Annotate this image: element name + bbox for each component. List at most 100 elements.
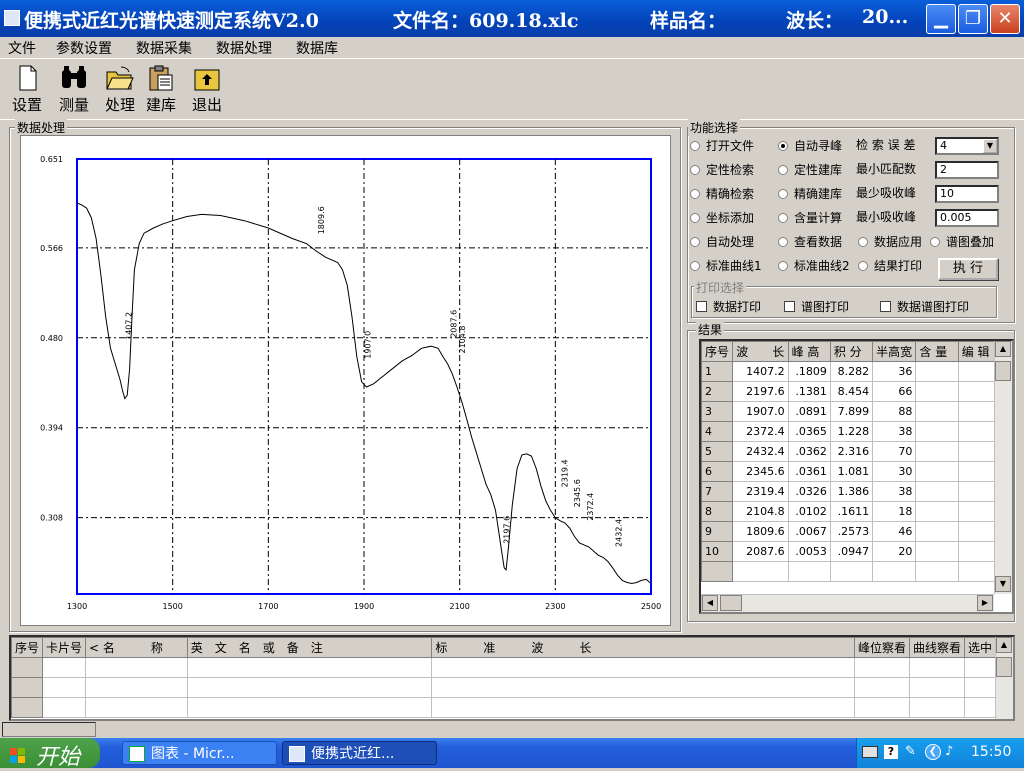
scroll-hthumb[interactable]: [720, 595, 742, 611]
minimize-button[interactable]: ▁: [926, 4, 956, 34]
table-row[interactable]: 3 1907.0.0891 7.899 88: [701, 401, 1000, 422]
restore-button[interactable]: ❐: [958, 4, 988, 34]
results-col-header[interactable]: 序号: [701, 341, 734, 362]
table-row[interactable]: 7 2319.4.0326 1.386 38: [701, 481, 1000, 502]
library-grid[interactable]: 序号 卡片号 < 名 称英 文 名 或 备 注标 准 波 长峰位察看 曲线察看 选中 ▲: [9, 635, 1015, 721]
library-col-header[interactable]: 选中: [963, 637, 997, 658]
table-row[interactable]: 9 1809.6.0067.2573 46: [701, 521, 1000, 542]
radio-circle[interactable]: [858, 237, 868, 247]
radio-circle[interactable]: [690, 189, 700, 199]
radio-circle[interactable]: [930, 237, 940, 247]
scroll-thumb[interactable]: [995, 361, 1011, 381]
radio-circle[interactable]: [778, 261, 788, 271]
table-row[interactable]: [701, 561, 1000, 582]
radio-circle[interactable]: [690, 165, 700, 175]
checkbox-box[interactable]: [784, 301, 795, 312]
menu-file[interactable]: 文件: [8, 38, 36, 58]
exit-button[interactable]: 退出: [187, 62, 227, 118]
scroll-thumb[interactable]: [996, 657, 1012, 677]
radio-circle[interactable]: [778, 165, 788, 175]
measure-button[interactable]: 测量: [54, 62, 94, 118]
menu-acquire[interactable]: 数据采集: [136, 38, 192, 58]
search-error-select[interactable]: 4 ▼: [935, 137, 999, 155]
radio-qualitative-search[interactable]: 定性检索: [690, 161, 754, 178]
scroll-right-icon[interactable]: ▶: [977, 595, 993, 611]
print-chart-checkbox[interactable]: 谱图打印: [784, 298, 849, 315]
help-icon[interactable]: ?: [884, 745, 898, 759]
radio-circle[interactable]: [778, 189, 788, 199]
table-row[interactable]: [11, 657, 997, 678]
min-match-input[interactable]: 2: [935, 161, 999, 179]
radio-precise-library[interactable]: 精确建库: [778, 185, 842, 202]
checkbox-box[interactable]: [696, 301, 707, 312]
scroll-up-icon[interactable]: ▲: [995, 341, 1011, 357]
radio-circle[interactable]: [778, 237, 788, 247]
execute-button[interactable]: 执 行: [938, 258, 998, 280]
library-col-header[interactable]: 卡片号: [42, 637, 87, 658]
checkbox-box[interactable]: [880, 301, 891, 312]
spectrum-chart[interactable]: 1300 1500 1700 1900 2100 2300 2500 0.651 0.566 0.…: [20, 135, 671, 626]
radio-standard-curve-2[interactable]: 标准曲线2: [778, 257, 850, 274]
radio-circle[interactable]: [690, 213, 700, 223]
library-col-header[interactable]: 曲线察看: [908, 637, 965, 658]
library-col-header[interactable]: < 名 称: [85, 637, 188, 658]
library-col-header[interactable]: 标 准 波 长: [431, 637, 855, 658]
table-row[interactable]: 8 2104.8.0102.1611 18: [701, 501, 1000, 522]
radio-result-print[interactable]: 结果打印: [858, 257, 922, 274]
radio-circle[interactable]: [690, 237, 700, 247]
table-row[interactable]: 5 2432.4.0362 2.316 70: [701, 441, 1000, 462]
radio-auto-process[interactable]: 自动处理: [690, 233, 754, 250]
results-col-header[interactable]: 半高宽: [872, 341, 917, 362]
table-row[interactable]: 4 2372.4.0365 1.228 38: [701, 421, 1000, 442]
scroll-left-icon[interactable]: ◀: [702, 595, 718, 611]
speaker-icon[interactable]: ♪: [945, 744, 953, 759]
table-row[interactable]: 1 1407.2.1809 8.282 36: [701, 361, 1000, 382]
table-row[interactable]: 2 2197.6.1381 8.454 66: [701, 381, 1000, 402]
radio-circle[interactable]: [690, 141, 700, 151]
results-vscrollbar[interactable]: ▲ ▼: [994, 341, 1012, 594]
results-col-header[interactable]: 积 分: [829, 341, 874, 362]
results-col-header[interactable]: 波 长: [732, 341, 789, 362]
radio-spectrum-overlay[interactable]: 谱图叠加: [930, 233, 994, 250]
table-row[interactable]: [11, 697, 997, 718]
radio-coordinate-add[interactable]: 坐标添加: [690, 209, 754, 226]
chevron-down-icon[interactable]: ▼: [983, 139, 997, 153]
radio-precise-search[interactable]: 精确检索: [690, 185, 754, 202]
menu-process[interactable]: 数据处理: [216, 38, 272, 58]
results-col-header[interactable]: 峰 高: [787, 341, 831, 362]
task-chart-excel[interactable]: 图表 - Micr...: [122, 741, 277, 765]
radio-view-data[interactable]: 查看数据: [778, 233, 842, 250]
start-button[interactable]: 开始: [0, 738, 100, 770]
radio-circle[interactable]: [778, 141, 788, 151]
task-spectrum-app[interactable]: 便携式近红...: [282, 741, 437, 765]
radio-qualitative-library[interactable]: 定性建库: [778, 161, 842, 178]
menu-params[interactable]: 参数设置: [56, 38, 112, 58]
radio-standard-curve-1[interactable]: 标准曲线1: [690, 257, 762, 274]
library-col-header[interactable]: 英 文 名 或 备 注: [186, 637, 433, 658]
keyboard-icon[interactable]: [862, 746, 878, 758]
app-icon[interactable]: [4, 10, 20, 26]
min-peaks-input[interactable]: 10: [935, 185, 999, 203]
results-grid[interactable]: 序号波 长峰 高积 分半高宽含 量编 辑 1 1407.2.1809 8.282 36 2…: [699, 339, 1014, 614]
scroll-down-icon[interactable]: ▼: [995, 576, 1011, 592]
print-data-checkbox[interactable]: 数据打印: [696, 298, 761, 315]
settings-button[interactable]: 设置: [8, 62, 46, 118]
library-col-header[interactable]: 序号: [11, 637, 44, 658]
results-col-header[interactable]: 编 辑: [957, 341, 1000, 362]
close-button[interactable]: ✕: [990, 4, 1020, 34]
print-data-chart-checkbox[interactable]: 数据谱图打印: [880, 298, 969, 315]
library-col-header[interactable]: 峰位察看: [853, 637, 910, 658]
radio-data-apply[interactable]: 数据应用: [858, 233, 922, 250]
radio-circle[interactable]: [858, 261, 868, 271]
results-col-header[interactable]: 含 量: [915, 341, 959, 362]
table-row[interactable]: [11, 677, 997, 698]
radio-circle[interactable]: [778, 213, 788, 223]
scroll-up-icon[interactable]: ▲: [996, 637, 1012, 653]
radio-circle[interactable]: [690, 261, 700, 271]
radio-content-calc[interactable]: 含量计算: [778, 209, 842, 226]
table-row[interactable]: 6 2345.6.0361 1.081 30: [701, 461, 1000, 482]
chevron-left-icon[interactable]: ❮: [925, 744, 941, 760]
library-vscrollbar[interactable]: ▲: [995, 637, 1013, 719]
radio-auto-peak[interactable]: 自动寻峰: [778, 137, 842, 154]
results-hscrollbar[interactable]: ◀ ▶: [701, 594, 994, 612]
